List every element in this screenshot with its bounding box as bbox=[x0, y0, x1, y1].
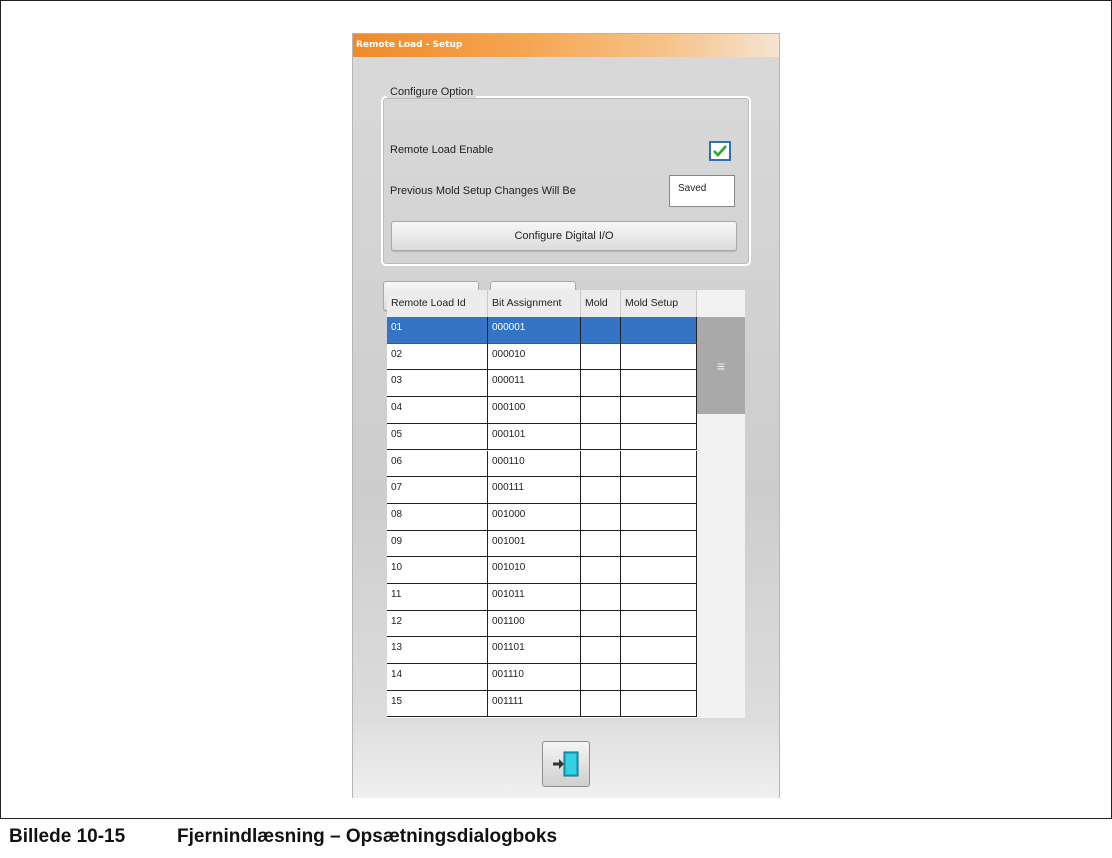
cell-bit-assignment[interactable]: 000111 bbox=[488, 477, 581, 504]
scrollbar-thumb[interactable]: ≡ bbox=[697, 317, 745, 414]
cell-remote-load-id[interactable]: 04 bbox=[387, 397, 488, 424]
cell-bit-assignment[interactable]: 001111 bbox=[488, 690, 581, 718]
cell-remote-load-id[interactable]: 11 bbox=[387, 584, 488, 611]
cell-remote-load-id[interactable]: 06 bbox=[387, 450, 488, 478]
cell-mold-setup[interactable] bbox=[621, 317, 697, 344]
table-row[interactable]: 02 000010 bbox=[387, 343, 697, 371]
cell-bit-assignment[interactable]: 000001 bbox=[488, 317, 581, 344]
cell-bit-assignment[interactable]: 000100 bbox=[488, 397, 581, 424]
exit-button[interactable] bbox=[542, 741, 590, 787]
table-row[interactable]: 06 000110 bbox=[387, 450, 697, 478]
figure-divider bbox=[0, 818, 1112, 819]
cell-remote-load-id[interactable]: 12 bbox=[387, 610, 488, 638]
table-row[interactable]: 07 000111 bbox=[387, 477, 697, 504]
dialog-title: Remote Load - Setup bbox=[353, 34, 779, 57]
cell-bit-assignment[interactable]: 001011 bbox=[488, 584, 581, 611]
cell-remote-load-id[interactable]: 15 bbox=[387, 690, 488, 718]
remote-load-enable-label: Remote Load Enable bbox=[390, 144, 494, 156]
table-row[interactable]: 10 001010 bbox=[387, 557, 697, 584]
header-filler bbox=[697, 290, 745, 317]
table-row[interactable]: 11 001011 bbox=[387, 584, 697, 611]
cell-remote-load-id[interactable]: 05 bbox=[387, 423, 488, 451]
cell-mold[interactable] bbox=[581, 397, 621, 424]
cell-mold[interactable] bbox=[581, 503, 621, 531]
table-row[interactable]: 09 001001 bbox=[387, 530, 697, 558]
remote-load-setup-dialog: Remote Load - Setup Configure Option Rem… bbox=[352, 33, 780, 798]
cell-mold-setup[interactable] bbox=[621, 343, 697, 371]
table-body: 01 000001 02 000010 03 000011 04 000100 05 000101… bbox=[387, 317, 697, 718]
figure-title: Fjernindlæsning – Opsætningsdialogboks bbox=[177, 826, 558, 847]
cell-mold[interactable] bbox=[581, 637, 621, 665]
cell-mold-setup[interactable] bbox=[621, 690, 697, 718]
cell-bit-assignment[interactable]: 001110 bbox=[488, 664, 581, 691]
cell-mold[interactable] bbox=[581, 423, 621, 451]
table-row[interactable]: 12 001100 bbox=[387, 610, 697, 638]
cell-mold-setup[interactable] bbox=[621, 557, 697, 584]
cell-mold[interactable] bbox=[581, 664, 621, 691]
cell-mold-setup[interactable] bbox=[621, 450, 697, 478]
configure-digital-io-button[interactable]: Configure Digital I/O bbox=[391, 221, 737, 251]
table-row[interactable]: 05 000101 bbox=[387, 423, 697, 451]
table-row[interactable]: 13 001101 bbox=[387, 637, 697, 665]
cell-bit-assignment[interactable]: 001100 bbox=[488, 610, 581, 638]
cell-mold-setup[interactable] bbox=[621, 370, 697, 398]
cell-mold-setup[interactable] bbox=[621, 610, 697, 638]
cell-bit-assignment[interactable]: 000010 bbox=[488, 343, 581, 371]
cell-mold[interactable] bbox=[581, 610, 621, 638]
cell-remote-load-id[interactable]: 07 bbox=[387, 477, 488, 504]
configure-option-label: Configure Option bbox=[387, 86, 477, 98]
cell-remote-load-id[interactable]: 09 bbox=[387, 530, 488, 558]
previous-changes-label: Previous Mold Setup Changes Will Be bbox=[390, 185, 576, 197]
cell-mold-setup[interactable] bbox=[621, 477, 697, 504]
cell-mold[interactable] bbox=[581, 317, 621, 344]
cell-remote-load-id[interactable]: 02 bbox=[387, 343, 488, 371]
table-row[interactable]: 01 000001 bbox=[387, 317, 697, 344]
previous-changes-field[interactable]: Saved bbox=[669, 175, 735, 207]
cell-mold[interactable] bbox=[581, 690, 621, 718]
cell-remote-load-id[interactable]: 14 bbox=[387, 664, 488, 691]
remote-load-table: Remote Load Id Bit Assignment Mold Mold … bbox=[387, 290, 745, 718]
grip-icon: ≡ bbox=[716, 357, 726, 374]
cell-bit-assignment[interactable]: 000101 bbox=[488, 423, 581, 451]
cell-mold-setup[interactable] bbox=[621, 530, 697, 558]
column-header-mold-setup[interactable]: Mold Setup bbox=[621, 290, 697, 317]
checkmark-icon bbox=[713, 145, 727, 157]
cell-mold[interactable] bbox=[581, 557, 621, 584]
cell-remote-load-id[interactable]: 08 bbox=[387, 503, 488, 531]
cell-mold-setup[interactable] bbox=[621, 664, 697, 691]
cell-mold-setup[interactable] bbox=[621, 637, 697, 665]
cell-remote-load-id[interactable]: 01 bbox=[387, 317, 488, 344]
cell-remote-load-id[interactable]: 10 bbox=[387, 557, 488, 584]
figure-caption: Billede 10-15 Fjernindlæsning – Opsætning… bbox=[9, 822, 557, 852]
cell-mold[interactable] bbox=[581, 477, 621, 504]
cell-bit-assignment[interactable]: 001001 bbox=[488, 530, 581, 558]
cell-mold-setup[interactable] bbox=[621, 503, 697, 531]
cell-mold[interactable] bbox=[581, 530, 621, 558]
column-header-bit-assignment[interactable]: Bit Assignment bbox=[488, 290, 581, 317]
cell-mold[interactable] bbox=[581, 450, 621, 478]
cell-remote-load-id[interactable]: 03 bbox=[387, 370, 488, 398]
cell-mold-setup[interactable] bbox=[621, 584, 697, 611]
table-row[interactable]: 04 000100 bbox=[387, 397, 697, 424]
table-row[interactable]: 14 001110 bbox=[387, 664, 697, 691]
remote-load-enable-checkbox[interactable] bbox=[709, 141, 731, 161]
table-row[interactable]: 03 000011 bbox=[387, 370, 697, 398]
cell-bit-assignment[interactable]: 001000 bbox=[488, 503, 581, 531]
cell-mold[interactable] bbox=[581, 343, 621, 371]
column-header-remote-load-id[interactable]: Remote Load Id bbox=[387, 290, 488, 317]
cell-mold[interactable] bbox=[581, 370, 621, 398]
figure-number: Billede 10-15 bbox=[9, 826, 126, 847]
cell-remote-load-id[interactable]: 13 bbox=[387, 637, 488, 665]
cell-mold-setup[interactable] bbox=[621, 423, 697, 451]
cell-bit-assignment[interactable]: 001101 bbox=[488, 637, 581, 665]
cell-bit-assignment[interactable]: 000011 bbox=[488, 370, 581, 398]
cell-mold[interactable] bbox=[581, 584, 621, 611]
column-header-mold[interactable]: Mold bbox=[581, 290, 621, 317]
cell-bit-assignment[interactable]: 000110 bbox=[488, 450, 581, 478]
exit-door-icon bbox=[553, 751, 579, 777]
cell-mold-setup[interactable] bbox=[621, 397, 697, 424]
cell-bit-assignment[interactable]: 001010 bbox=[488, 557, 581, 584]
table-row[interactable]: 15 001111 bbox=[387, 690, 697, 718]
table-row[interactable]: 08 001000 bbox=[387, 503, 697, 531]
